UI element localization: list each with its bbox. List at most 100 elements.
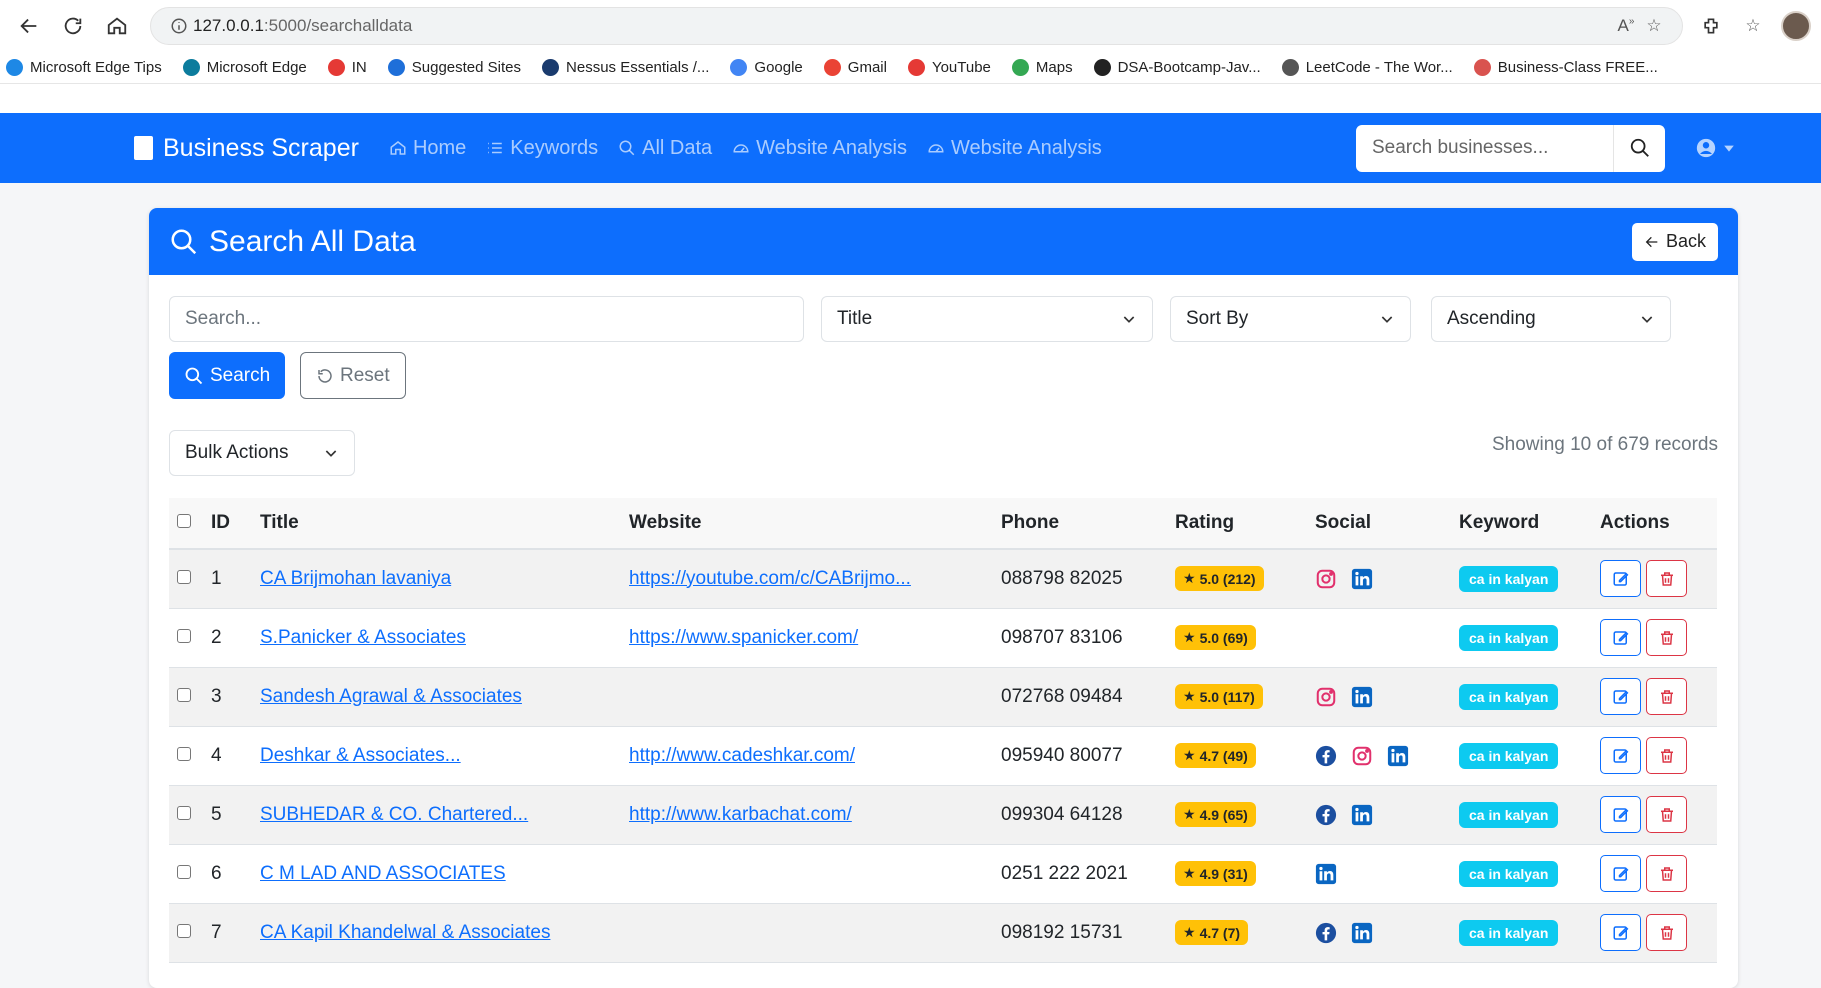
title-link[interactable]: SUBHEDAR & CO. Chartered...	[260, 804, 528, 825]
social-links	[1315, 863, 1443, 885]
linkedin-icon[interactable]	[1351, 686, 1373, 708]
search-button-label: Search	[210, 364, 271, 386]
info-icon[interactable]	[165, 17, 193, 35]
cell-keyword: ca in kalyan	[1451, 549, 1592, 609]
favorite-star-icon[interactable]: ☆	[1640, 16, 1668, 36]
title-link[interactable]: S.Panicker & Associates	[260, 627, 466, 648]
linkedin-icon[interactable]	[1387, 745, 1409, 767]
cell-social	[1307, 726, 1451, 786]
instagram-icon[interactable]	[1351, 745, 1373, 767]
back-button[interactable]: Back	[1631, 222, 1718, 261]
brand[interactable]: Business Scraper	[134, 134, 359, 163]
row-checkbox[interactable]	[177, 569, 191, 584]
bookmark-item[interactable]: YouTube	[907, 59, 991, 76]
nav-link-website-analysis-2[interactable]: Website Analysis	[927, 137, 1102, 160]
row-checkbox[interactable]	[177, 746, 191, 761]
bookmark-item[interactable]: Maps	[1011, 59, 1073, 76]
records-count: Showing 10 of 679 records	[1491, 434, 1718, 455]
bookmark-item[interactable]: Suggested Sites	[387, 59, 521, 76]
field-select[interactable]: Title	[821, 296, 1153, 342]
search-input[interactable]: Search...	[169, 296, 804, 342]
title-link[interactable]: Deshkar & Associates...	[260, 745, 461, 766]
linkedin-icon[interactable]	[1351, 568, 1373, 590]
delete-button[interactable]	[1646, 619, 1687, 656]
bookmark-item[interactable]: Gmail	[823, 59, 887, 76]
edit-button[interactable]	[1600, 855, 1641, 892]
row-actions	[1600, 914, 1709, 951]
nav-link-all-data[interactable]: All Data	[618, 137, 712, 160]
cell-website: http://www.cadeshkar.com/	[621, 726, 993, 786]
address-bar[interactable]: 127.0.0.1:5000/searchalldata A» ☆	[150, 7, 1683, 45]
navbar-search-input[interactable]: Search businesses...	[1356, 137, 1613, 159]
favorites-icon[interactable]: ☆	[1739, 16, 1767, 36]
nav-link-website-analysis[interactable]: Website Analysis	[732, 137, 907, 160]
instagram-icon[interactable]	[1315, 568, 1337, 590]
extensions-icon[interactable]	[1697, 16, 1725, 36]
nav-link-home[interactable]: Home	[389, 137, 466, 160]
title-link[interactable]: CA Kapil Khandelwal & Associates	[260, 922, 550, 943]
bookmark-item[interactable]: Microsoft Edge	[182, 59, 307, 76]
delete-button[interactable]	[1646, 678, 1687, 715]
website-link[interactable]: https://youtube.com/c/CABrijmo...	[629, 568, 911, 589]
sort-select[interactable]: Sort By	[1170, 296, 1411, 342]
bookmark-item[interactable]: Nessus Essentials /...	[542, 59, 709, 76]
rating-badge: ★ 4.7 (49)	[1175, 743, 1256, 768]
bookmark-item[interactable]: Microsoft Edge Tips	[6, 59, 162, 76]
edit-button[interactable]	[1600, 914, 1641, 951]
linkedin-icon[interactable]	[1315, 863, 1337, 885]
bookmark-item[interactable]: Google	[730, 59, 803, 76]
table-header-row: ID Title Website Phone Rating Social Key…	[169, 498, 1717, 550]
title-link[interactable]: CA Brijmohan lavaniya	[260, 568, 451, 589]
read-aloud-icon[interactable]: A»	[1612, 16, 1640, 36]
star-icon: ★	[1183, 924, 1196, 940]
cell-title: C M LAD AND ASSOCIATES	[252, 844, 621, 904]
user-dropdown[interactable]	[1695, 137, 1735, 159]
title-link[interactable]: C M LAD AND ASSOCIATES	[260, 863, 506, 884]
profile-avatar[interactable]	[1781, 11, 1811, 41]
website-link[interactable]: http://www.cadeshkar.com/	[629, 745, 855, 766]
cell-website: https://youtube.com/c/CABrijmo...	[621, 549, 993, 609]
row-checkbox[interactable]	[177, 805, 191, 820]
title-link[interactable]: Sandesh Agrawal & Associates	[260, 686, 522, 707]
refresh-icon[interactable]	[54, 7, 92, 45]
navbar-search-button[interactable]	[1613, 124, 1665, 172]
delete-button[interactable]	[1646, 796, 1687, 833]
nav-link-label: Website Analysis	[950, 136, 1102, 159]
facebook-icon[interactable]	[1315, 922, 1337, 944]
select-all-checkbox[interactable]	[177, 514, 191, 528]
website-link[interactable]: https://www.spanicker.com/	[629, 627, 858, 648]
order-select[interactable]: Ascending	[1431, 296, 1671, 342]
facebook-icon[interactable]	[1315, 745, 1337, 767]
delete-button[interactable]	[1646, 855, 1687, 892]
search-button[interactable]: Search	[169, 352, 286, 399]
linkedin-icon[interactable]	[1351, 804, 1373, 826]
row-checkbox[interactable]	[177, 923, 191, 938]
delete-button[interactable]	[1646, 560, 1687, 598]
delete-button[interactable]	[1646, 914, 1687, 951]
cell-id: 3	[203, 667, 252, 727]
search-icon	[171, 229, 197, 254]
bookmark-item[interactable]: LeetCode - The Wor...	[1281, 59, 1453, 76]
bulk-actions-dropdown[interactable]: Bulk Actions	[169, 430, 355, 476]
bookmark-item[interactable]: IN	[327, 59, 367, 76]
edit-button[interactable]	[1600, 678, 1641, 715]
nav-links: Home Keywords All Data Website Analysis …	[389, 137, 1102, 160]
row-checkbox[interactable]	[177, 864, 191, 879]
edit-button[interactable]	[1600, 796, 1641, 833]
row-checkbox[interactable]	[177, 628, 191, 643]
website-link[interactable]: http://www.karbachat.com/	[629, 804, 852, 825]
bookmark-item[interactable]: Business-Class FREE...	[1473, 59, 1658, 76]
edit-button[interactable]	[1600, 560, 1641, 598]
instagram-icon[interactable]	[1315, 686, 1337, 708]
bookmark-item[interactable]: DSA-Bootcamp-Jav...	[1093, 59, 1261, 76]
back-arrow-icon[interactable]	[10, 7, 48, 45]
delete-button[interactable]	[1646, 737, 1687, 774]
linkedin-icon[interactable]	[1351, 922, 1373, 944]
home-icon[interactable]	[98, 7, 136, 45]
reset-button[interactable]: Reset	[300, 352, 406, 399]
facebook-icon[interactable]	[1315, 804, 1337, 826]
edit-button[interactable]	[1600, 619, 1641, 656]
nav-link-keywords[interactable]: Keywords	[486, 137, 598, 160]
row-checkbox[interactable]	[177, 687, 191, 702]
edit-button[interactable]	[1600, 737, 1641, 774]
